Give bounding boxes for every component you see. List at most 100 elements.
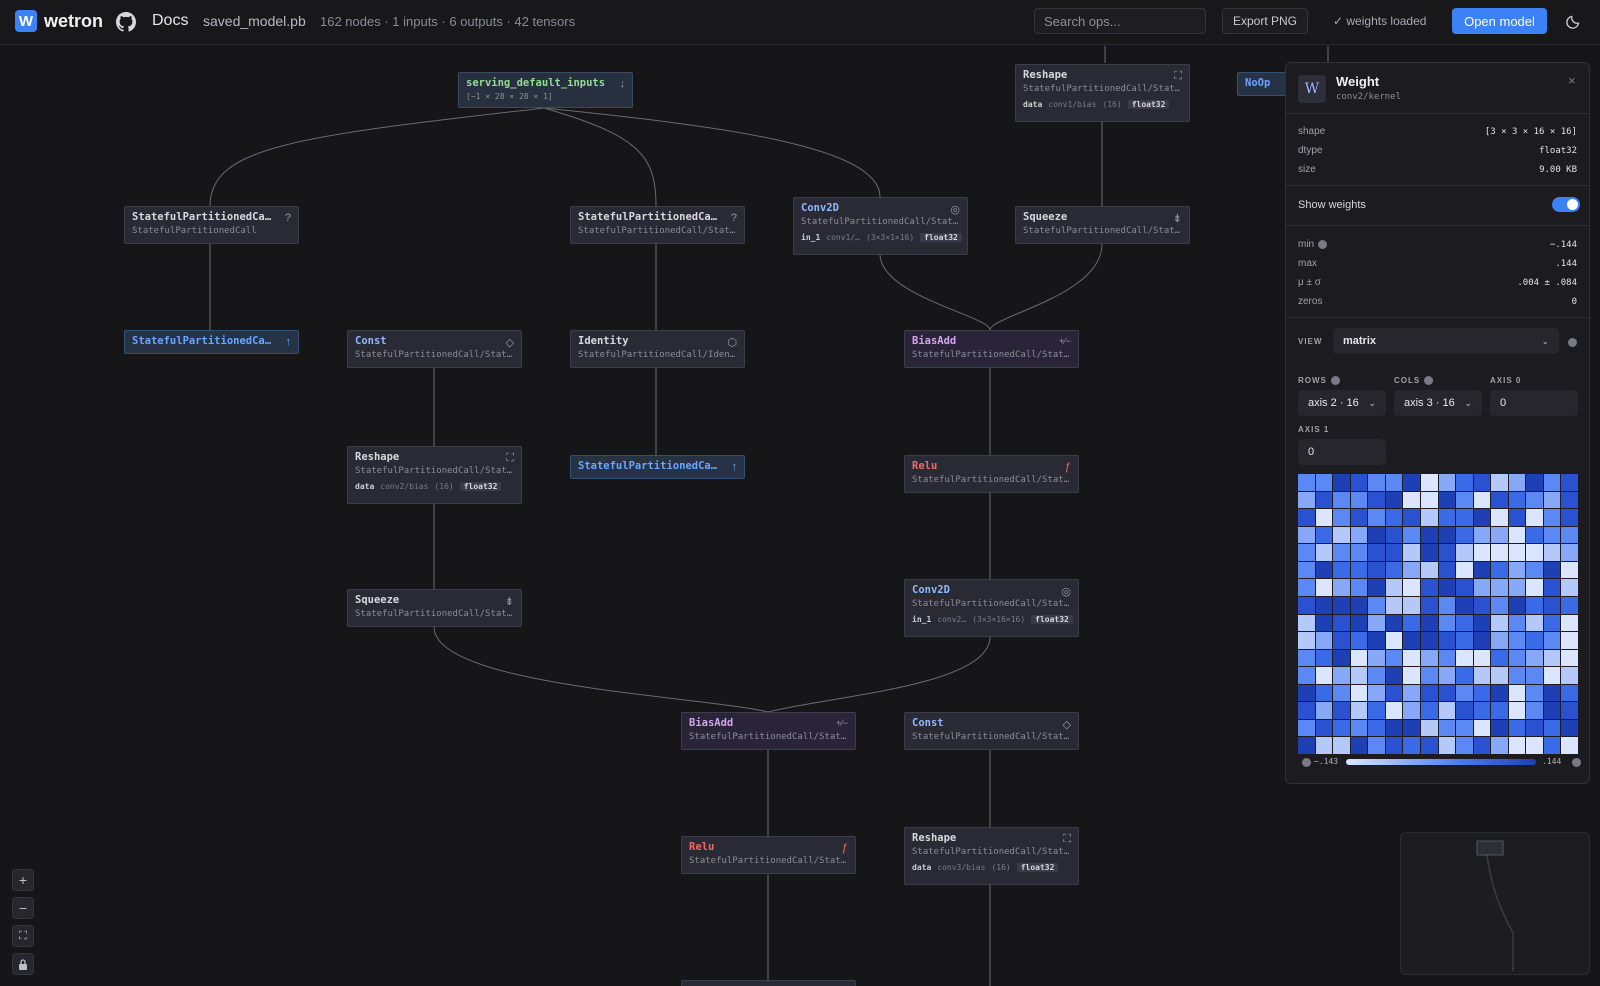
help-circle-icon: ? [284,212,291,224]
node-subtitle: StatefulPartitionedCall/State… [355,466,515,476]
graph-node-identity[interactable]: Identity StatefulPartitionedCall/Ident… … [570,330,745,368]
heatmap-cell [1508,544,1526,561]
graph-node-statefulpartitionedcall[interactable]: StatefulPartitionedCa… StatefulPartition… [124,206,299,244]
graph-node-reshape[interactable]: Reshape StatefulPartitionedCall/State… ⛶… [347,446,522,504]
heatmap-cell [1543,491,1561,509]
heatmap-cell [1508,667,1526,684]
info-icon[interactable] [1568,338,1577,347]
file-name: saved_model.pb [203,13,306,29]
heatmap-cell [1420,684,1438,702]
info-icon[interactable] [1330,376,1340,386]
heatmap-cell [1298,474,1315,491]
graph-node-output[interactable]: StatefulPartitionedCa… ↑ [570,455,745,479]
axis1-input[interactable]: 0 [1298,439,1386,465]
graph-node-reshape[interactable]: Reshape StatefulPartitionedCall/State… ⛶… [1015,64,1190,122]
moon-icon[interactable] [1565,12,1583,30]
axis1-label: AXIS 1 [1298,425,1330,434]
heatmap-cell [1491,632,1508,649]
graph-node-conv2d[interactable]: Conv2D StatefulPartitionedCall/State… ◎ … [904,579,1079,637]
view-select-value: matrix [1343,335,1377,347]
info-icon[interactable] [1424,376,1434,386]
info-icon[interactable] [1572,758,1581,767]
heatmap-cell [1298,719,1315,737]
squeeze-icon: ⇟ [504,596,514,608]
heatmap-cell [1403,719,1420,737]
divider [1286,317,1589,318]
meta-shape: (16) [434,482,454,491]
node-subtitle: StatefulPartitionedCall/State… [912,350,1072,360]
meta-key: in_1 [801,233,821,242]
graph-node-squeeze[interactable]: Squeeze StatefulPartitionedCall/State… ⇟ [347,589,522,627]
meta-shape: (16) [1102,100,1122,109]
heatmap-cell [1526,632,1543,649]
graph-node-input[interactable]: serving_default_inputs [−1 × 28 × 28 × 1… [458,72,633,108]
info-icon[interactable] [1302,758,1311,767]
heatmap-cell [1368,491,1385,509]
heatmap-cell [1315,509,1333,526]
heatmap-cell [1315,649,1333,667]
axis0-input[interactable]: 0 [1490,390,1578,416]
heatmap-cell [1420,719,1438,737]
brand-name[interactable]: wetron [44,11,103,32]
rows-select-value: axis 2 · 16 [1308,397,1359,409]
heatmap-cell [1403,544,1420,561]
squeeze-icon: ⇟ [1172,213,1182,225]
heatmap-cell [1561,596,1578,614]
graph-node-const[interactable]: Const StatefulPartitionedCall/State… ◇ [347,330,522,368]
search-input[interactable] [1034,8,1206,34]
graph-node-conv2d[interactable]: Conv2D StatefulPartitionedCall/State… ◎ … [793,197,968,255]
github-icon[interactable] [116,12,136,32]
meta-shape: (3×3×1×16) [865,233,915,242]
graph-node-reshape[interactable]: Reshape StatefulPartitionedCall/State… ⛶… [904,827,1079,885]
node-subtitle: StatefulPartitionedCall/Ident… [578,350,738,360]
heatmap-cell [1438,491,1456,509]
heatmap-cell [1491,667,1508,684]
cols-select[interactable]: axis 3 · 16 ⌄ [1394,390,1482,416]
graph-node-squeeze[interactable]: Squeeze StatefulPartitionedCall/State… ⇟ [1015,206,1190,244]
graph-node-biasadd[interactable]: BiasAdd StatefulPartitionedCall/State… +… [904,330,1079,368]
graph-node-relu[interactable]: Relu StatefulPartitionedCall/State… ƒ [681,836,856,874]
view-select[interactable]: matrix ⌄ [1333,328,1559,354]
node-title: Squeeze [1023,211,1068,223]
heatmap-cell [1420,596,1438,614]
heatmap-cell [1526,614,1543,632]
open-model-button[interactable]: Open model [1452,8,1547,34]
show-weights-toggle[interactable] [1552,197,1580,212]
node-title: StatefulPartitionedCa… [132,211,272,223]
export-png-button[interactable]: Export PNG [1222,8,1308,34]
lock-button[interactable] [12,953,34,975]
weights-status: ✓ weights loaded [1333,14,1427,28]
heatmap-cell [1368,702,1385,719]
heatmap-cell [1561,667,1578,684]
fit-view-button[interactable]: ⛶ [12,925,34,947]
rows-select[interactable]: axis 2 · 16 ⌄ [1298,390,1386,416]
heatmap-cell [1333,737,1350,754]
heatmap-cell [1298,737,1315,754]
zoom-out-button[interactable]: − [12,897,34,919]
graph-node-output[interactable]: StatefulPartitionedCa… ↑ [124,330,299,354]
heatmap-cell [1420,649,1438,667]
heatmap-cell [1508,684,1526,702]
heatmap-cell [1473,684,1491,702]
heatmap-cell [1298,526,1315,544]
heatmap-cell [1526,544,1543,561]
graph-node-biasadd[interactable]: BiasAdd StatefulPartitionedCall/State… +… [681,712,856,750]
graph-node-relu[interactable]: Relu StatefulPartitionedCall/State… ƒ [904,455,1079,493]
minimap[interactable] [1400,832,1590,975]
graph-node-const[interactable]: Const StatefulPartitionedCall/State… ◇ [904,712,1079,750]
heatmap-cell [1385,579,1403,596]
heatmap-cell [1508,596,1526,614]
heatmap-cell [1420,632,1438,649]
graph-node-partial[interactable] [681,980,856,986]
close-icon[interactable]: × [1568,73,1576,88]
reshape-icon: ⛶ [1174,70,1182,82]
docs-link[interactable]: Docs [152,12,188,30]
heatmap-cell [1368,614,1385,632]
arrow-down-icon: ↓ [619,78,626,90]
weight-heatmap[interactable] [1298,474,1578,754]
graph-node-statefulpartitionedcall[interactable]: StatefulPartitionedCa… StatefulPartition… [570,206,745,244]
info-icon[interactable] [1318,239,1328,249]
zoom-in-button[interactable]: + [12,869,34,891]
wetron-logo-icon[interactable]: W [15,10,37,32]
heatmap-cell [1333,509,1350,526]
